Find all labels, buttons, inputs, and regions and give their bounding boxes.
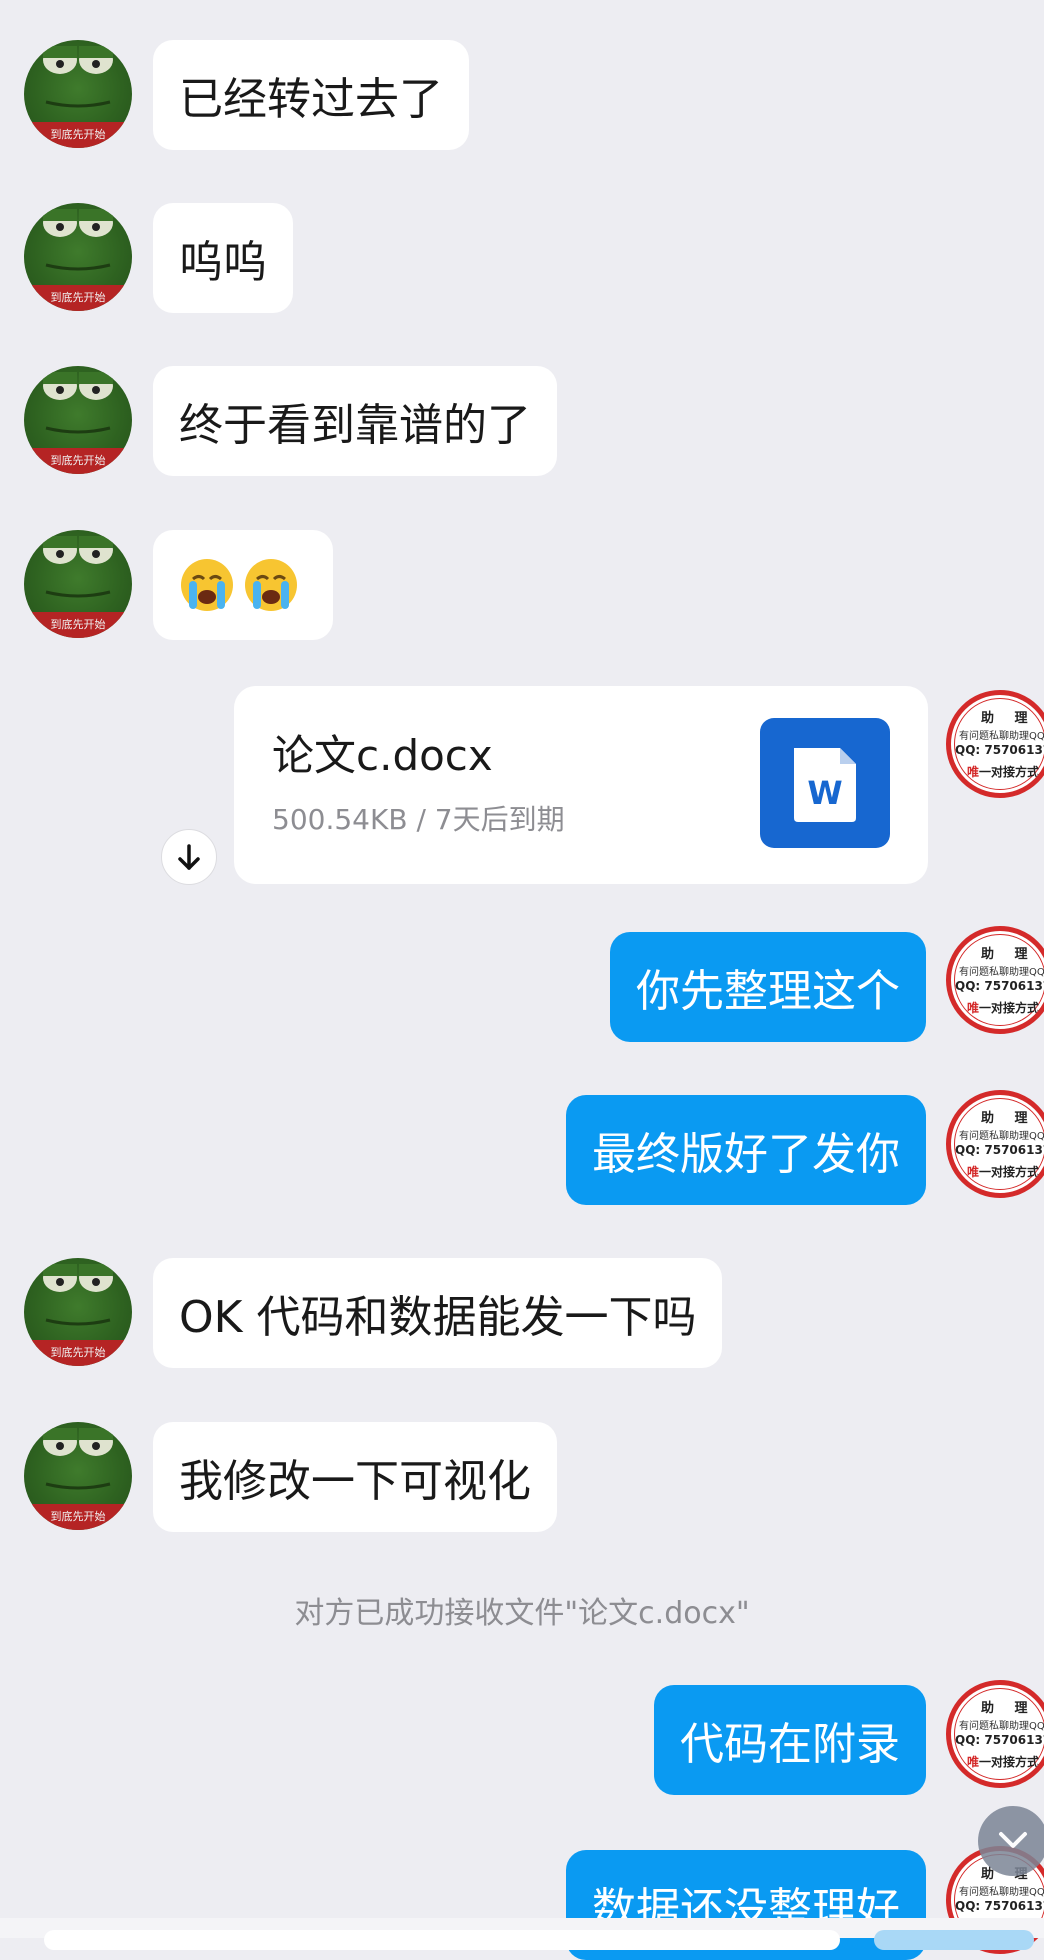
chat-window[interactable]: 到底先开始 已经转过去了 到底先开始 呜呜 到底先开始 终于看到靠谱的了 到底先… <box>0 0 1044 1960</box>
stamp-qq: QQ: 757061376 <box>955 743 1044 757</box>
stamp-qq: QQ: 757061376 <box>955 979 1044 993</box>
frog-avatar-image: 到底先开始 <box>24 536 132 638</box>
message-bubble[interactable]: 呜呜 <box>153 203 293 313</box>
message-bubble[interactable] <box>153 530 333 640</box>
stamp-subtitle: 有问题私聊助理QQ <box>959 967 1044 978</box>
file-meta: 500.54KB / 7天后到期 <box>272 803 565 836</box>
svg-text:W: W <box>807 774 842 812</box>
word-doc-icon: W <box>760 718 890 848</box>
contact-avatar[interactable]: 到底先开始 <box>24 366 132 474</box>
stamp-title: 助 理 <box>981 711 1036 726</box>
stamp-footer: 唯一对接方式 <box>967 765 1040 779</box>
svg-text:到底先开始: 到底先开始 <box>51 290 106 304</box>
message-bubble[interactable]: 我修改一下可视化 <box>153 1422 557 1532</box>
stamp-qq: QQ: 757061376 <box>955 1143 1044 1157</box>
frog-avatar-image: 到底先开始 <box>24 1264 132 1366</box>
svg-text:到底先开始: 到底先开始 <box>51 453 106 467</box>
stamp-footer: 唯一对接方式 <box>967 1755 1040 1769</box>
frog-avatar-image: 到底先开始 <box>24 372 132 474</box>
stamp-subtitle: 有问题私聊助理QQ <box>959 731 1044 742</box>
system-notice: 对方已成功接收文件"论文c.docx" <box>294 1596 750 1631</box>
message-bubble[interactable]: 代码在附录 <box>654 1685 926 1795</box>
input-bar <box>0 1918 1044 1950</box>
message-text: 终于看到靠谱的了 <box>179 400 531 451</box>
message-input[interactable] <box>44 1930 840 1950</box>
frog-avatar-image: 到底先开始 <box>24 209 132 311</box>
contact-avatar[interactable]: 到底先开始 <box>24 530 132 638</box>
file-card[interactable]: 论文c.docx 500.54KB / 7天后到期 W <box>234 686 928 884</box>
frog-avatar-image: 到底先开始 <box>24 1428 132 1530</box>
crying-face-icon <box>181 559 233 611</box>
my-avatar[interactable]: 助 理 有问题私聊助理QQ QQ: 757061376 唯一对接方式 <box>946 690 1044 798</box>
stamp-subtitle: 有问题私聊助理QQ <box>959 1131 1044 1142</box>
message-text: 呜呜 <box>179 237 267 288</box>
contact-avatar[interactable]: 到底先开始 <box>24 40 132 148</box>
stamp-title: 助 理 <box>981 1111 1036 1126</box>
contact-avatar[interactable]: 到底先开始 <box>24 1258 132 1366</box>
message-text: 已经转过去了 <box>179 74 443 125</box>
message-bubble[interactable]: OK 代码和数据能发一下吗 <box>153 1258 723 1368</box>
message-bubble[interactable]: 已经转过去了 <box>153 40 469 150</box>
message-text: 我修改一下可视化 <box>179 1456 531 1507</box>
stamp-footer: 唯一对接方式 <box>967 1165 1040 1179</box>
stamp-qq: QQ: 757061376 <box>955 1899 1044 1913</box>
my-avatar[interactable]: 助 理 有问题私聊助理QQ QQ: 757061376 唯一对接方式 <box>946 1090 1044 1198</box>
arrow-down-icon <box>178 844 200 870</box>
file-name: 论文c.docx <box>272 731 493 780</box>
download-button[interactable] <box>161 829 217 885</box>
stamp-title: 助 理 <box>981 947 1036 962</box>
my-avatar[interactable]: 助 理 有问题私聊助理QQ QQ: 757061376 唯一对接方式 <box>946 926 1044 1034</box>
svg-text:到底先开始: 到底先开始 <box>51 617 106 631</box>
send-button[interactable] <box>874 1930 1034 1950</box>
scroll-to-bottom-button[interactable] <box>978 1806 1044 1876</box>
message-text: OK 代码和数据能发一下吗 <box>179 1292 697 1343</box>
stamp-title: 助 理 <box>981 1701 1036 1716</box>
svg-text:到底先开始: 到底先开始 <box>51 127 106 141</box>
svg-text:到底先开始: 到底先开始 <box>51 1509 106 1523</box>
message-bubble[interactable]: 终于看到靠谱的了 <box>153 366 557 476</box>
svg-text:到底先开始: 到底先开始 <box>51 1345 106 1359</box>
message-text: 你先整理这个 <box>636 966 900 1017</box>
chevron-down-icon <box>999 1832 1027 1848</box>
my-avatar[interactable]: 助 理 有问题私聊助理QQ QQ: 757061376 唯一对接方式 <box>946 1680 1044 1788</box>
message-text: 代码在附录 <box>680 1719 900 1770</box>
frog-avatar-image: 到底先开始 <box>24 46 132 148</box>
message-bubble[interactable]: 最终版好了发你 <box>566 1095 926 1205</box>
stamp-footer: 唯一对接方式 <box>967 1001 1040 1015</box>
stamp-subtitle: 有问题私聊助理QQ <box>959 1721 1044 1732</box>
stamp-subtitle: 有问题私聊助理QQ <box>959 1887 1044 1898</box>
contact-avatar[interactable]: 到底先开始 <box>24 203 132 311</box>
contact-avatar[interactable]: 到底先开始 <box>24 1422 132 1530</box>
stamp-qq: QQ: 757061376 <box>955 1733 1044 1747</box>
message-bubble[interactable]: 你先整理这个 <box>610 932 926 1042</box>
crying-face-icon <box>245 559 297 611</box>
message-text: 最终版好了发你 <box>592 1129 900 1180</box>
